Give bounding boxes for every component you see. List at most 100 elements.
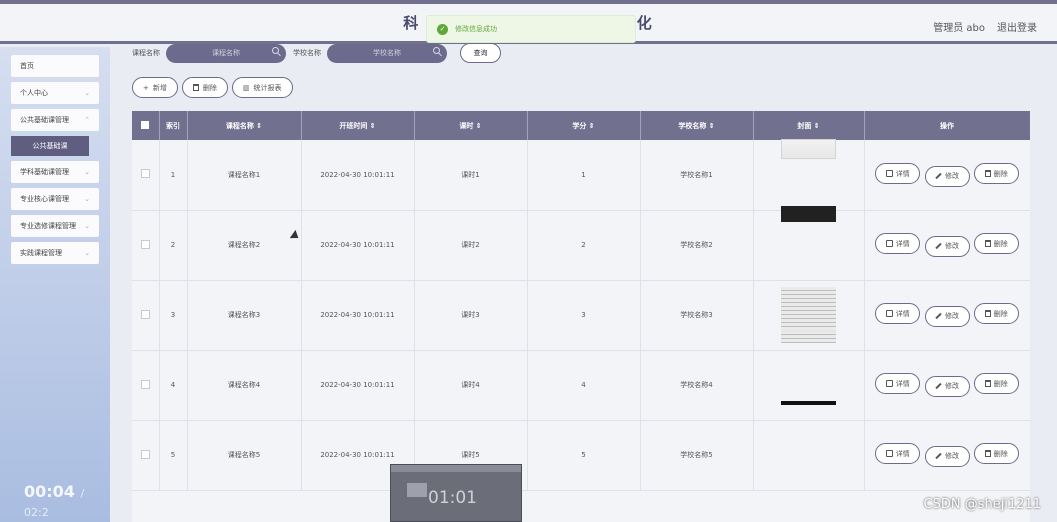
delete-button[interactable]: 删除 xyxy=(181,77,228,98)
start-time-cell: 2022-04-30 10:01:11 xyxy=(301,210,415,281)
course-name-input[interactable]: 课程名称 xyxy=(166,43,286,63)
sidebar-item-elective-courses[interactable]: 专业选修课程管理 ⌄ xyxy=(11,215,99,237)
trash-icon xyxy=(984,170,991,177)
start-time-cell: 2022-04-30 10:01:11 xyxy=(301,140,415,211)
edit-button[interactable]: 修改 xyxy=(924,375,970,397)
row-checkbox-cell[interactable] xyxy=(132,210,160,281)
row-checkbox[interactable] xyxy=(140,379,150,389)
select-all-header[interactable] xyxy=(132,111,160,140)
sidebar-item-home[interactable]: 首页 xyxy=(11,55,99,77)
sort-icon: ⇕ xyxy=(256,121,263,130)
operation-cell: 详情 修改 删除 xyxy=(864,140,1030,211)
thumbnail-panel xyxy=(407,483,427,497)
search-icon xyxy=(433,46,440,54)
start-time-cell: 2022-04-30 10:01:11 xyxy=(301,280,415,351)
hours-header[interactable]: 课时 ⇕ xyxy=(414,111,528,140)
detail-button[interactable]: 详情 xyxy=(875,373,921,395)
row-checkbox-cell[interactable] xyxy=(132,140,160,211)
sidebar-item-public-courses[interactable]: 公共基础课管理 ⌃ xyxy=(11,109,99,131)
row-checkbox[interactable] xyxy=(140,169,150,179)
hours-cell: 课时4 xyxy=(414,350,528,421)
row-checkbox-cell[interactable] xyxy=(132,420,160,491)
row-checkbox[interactable] xyxy=(140,239,150,249)
detail-button[interactable]: 详情 xyxy=(875,233,921,255)
logout-link[interactable]: 退出登录 xyxy=(997,19,1037,34)
sidebar-item-subject-courses[interactable]: 学科基础课管理 ⌄ xyxy=(11,161,99,183)
school-name-placeholder: 学校名称 xyxy=(373,49,401,57)
plus-icon: + xyxy=(143,83,149,92)
detail-button[interactable]: 详情 xyxy=(875,163,921,184)
chevron-down-icon: ⌄ xyxy=(84,249,90,257)
cover-image xyxy=(781,287,836,343)
success-toast: ✓ 修改信息成功 xyxy=(426,15,636,43)
row-checkbox-cell[interactable] xyxy=(132,280,160,351)
edit-button[interactable]: 修改 xyxy=(924,305,970,327)
school-name-header[interactable]: 学校名称 ⇕ xyxy=(640,111,754,140)
toast-message: 修改信息成功 xyxy=(455,25,497,33)
table-row: 5 课程名称5 2022-04-30 10:01:11 课时5 5 学校名称5 … xyxy=(132,401,1030,491)
index-cell: 4 xyxy=(159,350,188,421)
row-checkbox[interactable] xyxy=(140,449,150,459)
delete-row-button[interactable]: 删除 xyxy=(973,163,1019,184)
credit-cell: 5 xyxy=(527,420,641,491)
table-row: 2 课程名称2 2022-04-30 10:01:11 课时2 2 学校名称2 … xyxy=(132,206,1030,281)
delete-row-button[interactable]: 删除 xyxy=(973,303,1019,325)
index-cell: 3 xyxy=(159,280,188,351)
edit-button[interactable]: 修改 xyxy=(924,165,970,187)
delete-row-button[interactable]: 删除 xyxy=(973,233,1019,255)
sidebar: 首页 个人中心 ⌄ 公共基础课管理 ⌃ 公共基础课 学科基础课管理 ⌄ 专业核心课管理… xyxy=(0,47,110,522)
select-all-checkbox[interactable] xyxy=(141,120,150,129)
delete-row-button[interactable]: 删除 xyxy=(973,373,1019,395)
school-name-cell: 学校名称3 xyxy=(640,280,754,351)
sidebar-item-practice-courses[interactable]: 实践课程管理 ⌄ xyxy=(11,242,99,264)
sort-icon: ⇕ xyxy=(708,121,715,130)
report-button[interactable]: ▥ 统计报表 xyxy=(231,77,293,98)
trash-icon xyxy=(984,310,991,318)
delete-row-button[interactable]: 删除 xyxy=(973,443,1019,465)
detail-button[interactable]: 详情 xyxy=(875,303,921,325)
school-name-input[interactable]: 学校名称 xyxy=(327,43,447,63)
edit-button[interactable]: 修改 xyxy=(924,445,970,467)
credit-cell: 4 xyxy=(527,350,641,421)
course-name-cell: 课程名称1 xyxy=(187,140,302,211)
credit-cell: 1 xyxy=(527,140,641,211)
row-checkbox[interactable] xyxy=(140,309,150,319)
cover-image xyxy=(781,138,836,159)
hours-cell: 课时2 xyxy=(414,210,528,281)
course-name-header[interactable]: 课程名称 ⇕ xyxy=(187,111,302,140)
table-row: 1 课程名称1 2022-04-30 10:01:11 课时1 1 学校名称1 … xyxy=(132,138,1030,211)
operation-cell: 详情 修改 删除 xyxy=(864,350,1030,421)
course-name-label: 课程名称 xyxy=(132,49,160,57)
course-name-cell: 课程名称3 xyxy=(187,280,302,351)
query-button[interactable]: 查询 xyxy=(460,43,501,63)
sort-icon: ⇕ xyxy=(588,121,595,130)
detail-button[interactable]: 详情 xyxy=(875,443,921,465)
start-time-header[interactable]: 开班时间 ⇕ xyxy=(301,111,415,140)
credit-header[interactable]: 学分 ⇕ xyxy=(527,111,641,140)
admin-user-label: 管理员 abo xyxy=(933,23,985,34)
school-name-cell: 学校名称5 xyxy=(640,420,754,491)
sidebar-item-core-courses[interactable]: 专业核心课管理 ⌄ xyxy=(11,188,99,210)
sort-icon: ⇕ xyxy=(475,121,482,130)
table-header-row: 索引 课程名称 ⇕ 开班时间 ⇕ 课时 ⇕ 学分 ⇕ 学校名称 ⇕ 封面 ⇕ 操… xyxy=(132,111,1030,140)
chevron-down-icon: ⌄ xyxy=(84,168,90,176)
trash-icon xyxy=(984,380,991,388)
sidebar-item-personal-center[interactable]: 个人中心 ⌄ xyxy=(11,82,99,104)
sidebar-subitem-public-basic[interactable]: 公共基础课 xyxy=(11,136,89,156)
sort-icon: ⇕ xyxy=(369,121,376,130)
course-table: 索引 课程名称 ⇕ 开班时间 ⇕ 课时 ⇕ 学分 ⇕ 学校名称 ⇕ 封面 ⇕ 操… xyxy=(132,111,1030,522)
header-right: 管理员 abo 退出登录 xyxy=(933,19,1037,34)
cover-cell xyxy=(753,401,865,491)
hours-cell: 课时1 xyxy=(414,140,528,211)
school-name-cell: 学校名称2 xyxy=(640,210,754,281)
course-name-cell: 课程名称2 xyxy=(187,210,302,281)
credit-cell: 2 xyxy=(527,210,641,281)
row-checkbox-cell[interactable] xyxy=(132,350,160,421)
cover-image xyxy=(781,401,836,405)
cover-cell xyxy=(753,280,865,351)
add-button[interactable]: + 新增 xyxy=(132,77,178,98)
cover-header[interactable]: 封面 ⇕ xyxy=(753,111,865,140)
operation-cell: 详情 修改 删除 xyxy=(864,280,1030,351)
title-right: 化 xyxy=(636,14,654,32)
edit-button[interactable]: 修改 xyxy=(924,235,970,257)
